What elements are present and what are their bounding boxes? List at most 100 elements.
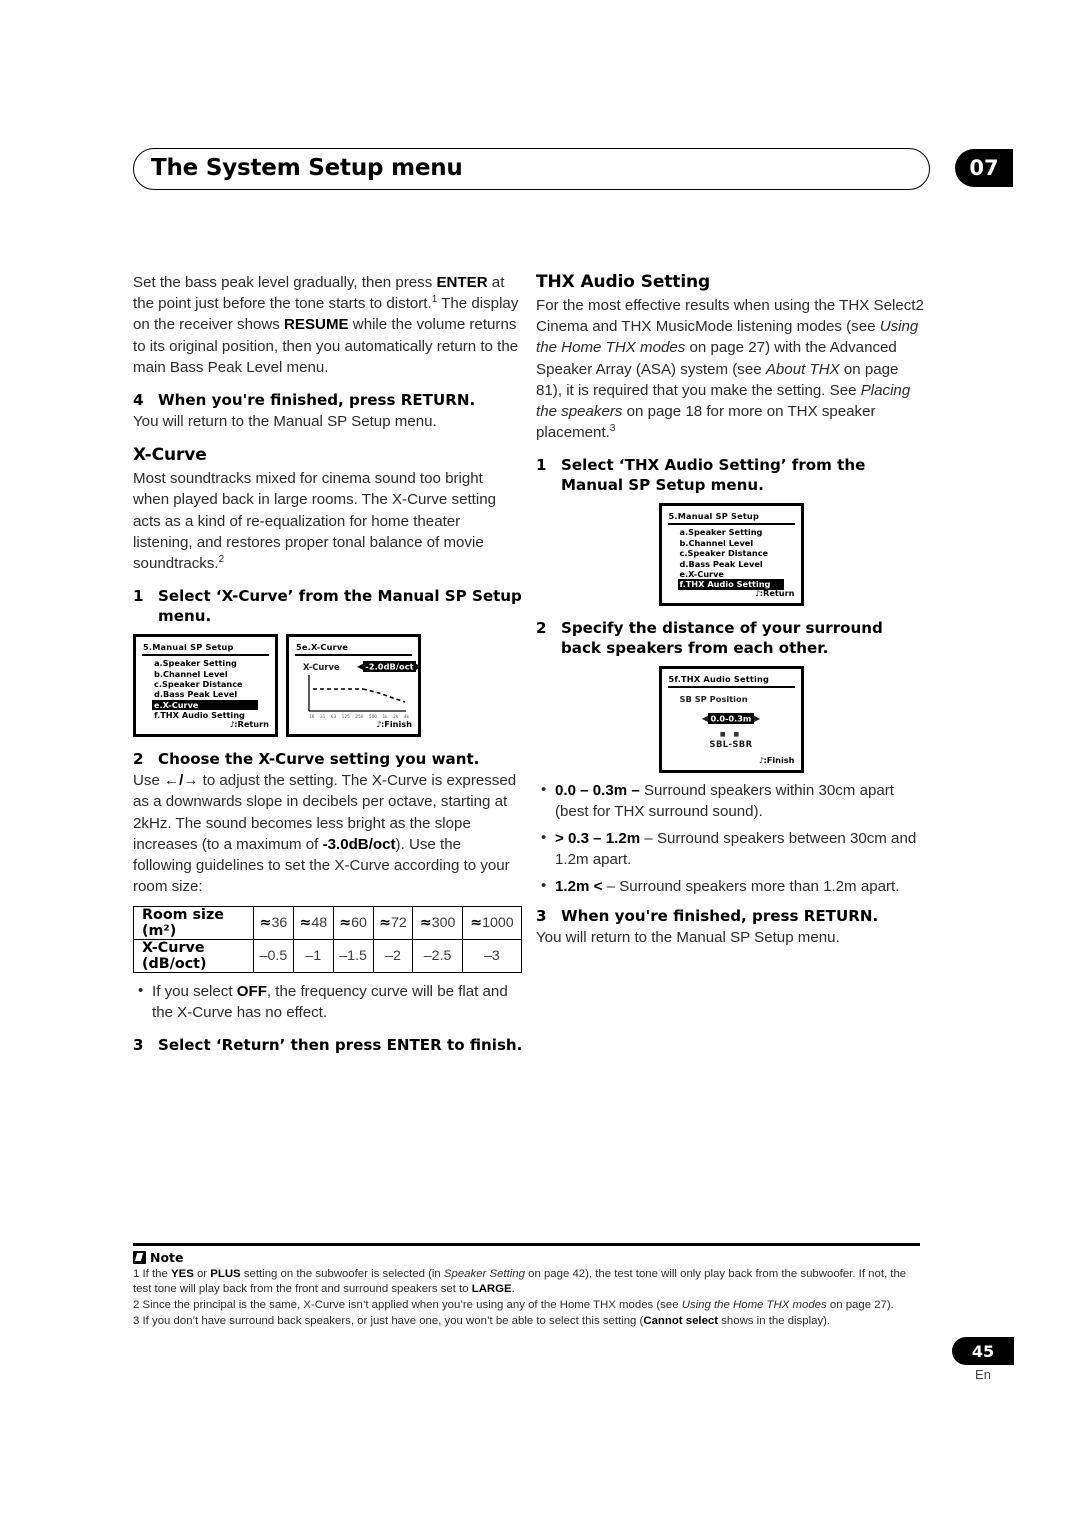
enter-keyword: ENTER	[436, 274, 488, 291]
table-cell: ≈300	[412, 906, 463, 941]
footnote-text: 2 Since the principal is the same, X-Cur…	[133, 1298, 682, 1311]
tick-label: 250	[355, 715, 364, 721]
step-4-number: 4	[133, 391, 144, 410]
page-title: The System Setup menu	[151, 155, 463, 181]
right-arrow-icon: ▶	[753, 713, 761, 724]
xcurve-step-3-number: 3	[133, 1036, 144, 1055]
xcurve-step-2-heading: 2 Choose the X-Curve setting you want.	[133, 749, 523, 769]
page-header: The System Setup menu	[133, 148, 933, 190]
footnote-text: setting on the subwoofer is selected (in	[240, 1267, 444, 1280]
thx-step-1-heading: 1 Select ‘THX Audio Setting’ from the Man…	[536, 455, 926, 495]
lcd-menu-list: a.Speaker Setting b.Channel Level c.Spea…	[677, 527, 784, 590]
distance-range-label: > 0.3 – 1.2m	[555, 830, 641, 848]
table-cell: –1.5	[332, 939, 374, 974]
notes-divider	[133, 1243, 920, 1246]
xcurve-step-1-title: Select ‘X-Curve’ from the Manual SP Setu…	[158, 587, 522, 626]
notes-title: Note	[150, 1249, 184, 1265]
lcd-menu-item-speaker-setting: a.Speaker Setting	[154, 658, 237, 669]
lcd-sb-sp-position-screen: 5f.THX Audio Setting SB SP Position ◀ 0.0…	[658, 666, 804, 774]
table-header-xcurve: X-Curve (dB/oct)	[133, 939, 254, 974]
footnote-text: .	[511, 1283, 515, 1295]
lcd-sb-position-label: SB SP Position	[679, 694, 748, 705]
lcd-footer-label: :Finish	[763, 755, 795, 766]
right-column: THX Audio Setting For the most effective…	[536, 272, 926, 957]
using-home-thx-ref: Using the Home THX modes	[681, 1298, 827, 1311]
list-item: 0.0 – 0.3m – Surround speakers within 30…	[536, 780, 926, 822]
table-cell: –0.5	[253, 939, 294, 974]
lcd-manual-sp-setup-screen: 5.Manual SP Setup a.Speaker Setting b.Ch…	[133, 634, 278, 738]
approx-icon: ≈	[470, 915, 483, 932]
table-cell: –2	[372, 939, 414, 974]
lcd-screen-title: 5.Manual SP Setup	[668, 511, 760, 522]
step2-text-1: Use	[133, 772, 165, 790]
xcurve-step-1-number: 1	[133, 587, 144, 606]
lcd-screen-title: 5.Manual SP Setup	[143, 642, 234, 653]
bullet-text-1: If you select	[152, 983, 237, 1001]
approx-icon: ≈	[379, 915, 391, 932]
step-4-subtext: You will return to the Manual SP Setup m…	[133, 413, 437, 431]
tick-label: 125	[341, 715, 350, 721]
xcurve-off-bullet-list: If you select OFF, the frequency curve w…	[133, 981, 523, 1023]
lcd-menu-item-speaker-distance: c.Speaker Distance	[154, 679, 243, 690]
xcurve-heading: X-Curve	[133, 445, 207, 466]
room-size-value: 48	[311, 915, 328, 932]
lcd-menu-item-channel-level: b.Channel Level	[154, 668, 228, 679]
lcd-return-footer: ♪:Return	[230, 719, 269, 729]
lcd-title-divider	[142, 654, 269, 656]
resume-keyword: RESUME	[284, 316, 349, 334]
room-size-table: Room size (m²) ≈36 ≈48 ≈60 ≈72 ≈300 ≈100…	[133, 906, 523, 974]
lcd-menu-item-x-curve: e.X-Curve	[679, 569, 724, 580]
thx-step-2-title: Specify the distance of your surround ba…	[561, 619, 883, 658]
intro-text-1: Set the bass peak level gradually, then …	[133, 274, 437, 291]
distance-range-label: 0.0 – 0.3m –	[555, 782, 640, 800]
lcd-menu-item-bass-peak-level: d.Bass Peak Level	[679, 558, 763, 569]
table-cell: –2.5	[412, 939, 463, 974]
lcd-menu-item-channel-level: b.Channel Level	[679, 537, 754, 548]
lcd-xcurve-value: -2.0dB/oct	[363, 660, 416, 672]
off-keyword: OFF	[236, 983, 267, 1001]
lcd-xcurve-title: 5e.X-Curve	[296, 642, 349, 653]
approx-icon: ≈	[259, 915, 272, 932]
table-row-room-size: Room size (m²) ≈36 ≈48 ≈60 ≈72 ≈300 ≈100…	[133, 906, 523, 941]
list-item: If you select OFF, the frequency curve w…	[133, 981, 523, 1023]
distance-range-label: 1.2m <	[555, 878, 603, 896]
footnote-text: 1 If the	[133, 1267, 171, 1280]
left-column: Set the bass peak level gradually, then …	[133, 272, 523, 1056]
cannot-select-keyword: Cannot select	[643, 1314, 719, 1327]
footnote-ref-3: 3	[609, 423, 616, 435]
thx-step-2-heading: 2 Specify the distance of your surround b…	[536, 618, 926, 658]
tick-label: 31	[319, 715, 326, 721]
lcd-return-footer: ♪:Return	[755, 588, 794, 598]
list-item: 1.2m < – Surround speakers more than 1.2…	[536, 876, 926, 898]
sb-distance-bullet-list: 0.0 – 0.3m – Surround speakers within 30…	[536, 780, 926, 898]
approx-icon: ≈	[419, 915, 432, 932]
footnote-text: or	[193, 1267, 211, 1280]
bass-peak-intro-paragraph: Set the bass peak level gradually, then …	[133, 272, 523, 378]
room-size-value: 300	[431, 915, 456, 932]
lcd-menu-item-x-curve-highlighted: e.X-Curve	[152, 699, 258, 711]
chapter-badge: 07	[955, 149, 1013, 187]
lcd-footer-label: :Return	[234, 719, 269, 730]
table-cell: ≈48	[292, 906, 334, 941]
table-header-room-size: Room size (m²)	[133, 906, 254, 941]
note-icon	[133, 1250, 146, 1264]
lcd-title-divider	[667, 523, 795, 526]
list-item: > 0.3 – 1.2m – Surround speakers between…	[536, 828, 926, 870]
tick-label: 63	[330, 715, 337, 721]
lcd-xcurve-value-row: ◀-2.0dB/oct▶	[357, 660, 418, 672]
approx-icon: ≈	[339, 915, 352, 932]
room-size-value: 60	[351, 915, 367, 932]
lcd-sb-position-value-row: ◀ 0.0-0.3m ▶	[662, 712, 801, 724]
footnote-text: 3 If you don’t have surround back speake…	[133, 1314, 644, 1327]
lcd-finish-footer: ♪:Finish	[759, 755, 795, 765]
xcurve-body-paragraph: Most soundtracks mixed for cinema sound …	[133, 468, 523, 574]
table-row-xcurve: X-Curve (dB/oct) –0.5 –1 –1.5 –2 –2.5 –3	[133, 939, 523, 974]
room-size-value: 1000	[482, 915, 514, 932]
max-slope-value: -3.0dB/oct	[322, 835, 396, 853]
thx-step-3-title: When you're finished, press RETURN.	[561, 906, 879, 925]
xcurve-step-2-number: 2	[133, 750, 144, 769]
speaker-pair-icon: ■ ■	[719, 731, 743, 739]
lcd-speaker-pair-label: SBL-SBR	[709, 739, 753, 750]
lcd-title-divider	[667, 686, 795, 689]
lcd-menu-item-speaker-distance: c.Speaker Distance	[679, 548, 769, 559]
